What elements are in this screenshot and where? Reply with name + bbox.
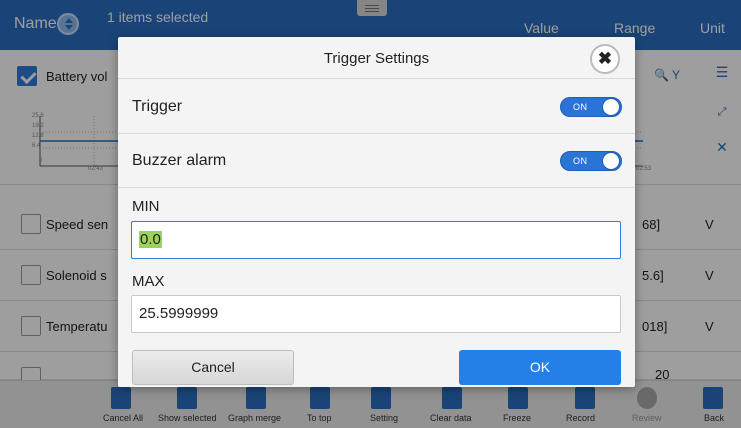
buzzer-toggle-state: ON [573, 156, 588, 166]
buzzer-setting-row: Buzzer alarm ON [118, 134, 635, 188]
trigger-setting-row: Trigger ON [118, 80, 635, 134]
toggle-knob [602, 152, 620, 170]
max-label: MAX [132, 273, 165, 290]
cancel-button[interactable]: Cancel [132, 350, 294, 385]
dialog-title: Trigger Settings [323, 50, 430, 67]
min-input[interactable]: 0.0 [131, 221, 621, 259]
trigger-label: Trigger [132, 98, 183, 115]
buzzer-alarm-label: Buzzer alarm [132, 152, 227, 169]
trigger-toggle[interactable]: ON [560, 97, 622, 117]
min-label: MIN [132, 198, 160, 215]
trigger-settings-dialog: Trigger Settings ✖ Trigger ON Buzzer ala… [118, 37, 635, 387]
ok-button[interactable]: OK [459, 350, 621, 385]
close-icon[interactable]: ✖ [590, 44, 620, 74]
max-input-value: 25.5999999 [139, 305, 219, 322]
dialog-header: Trigger Settings [118, 37, 635, 79]
buzzer-alarm-toggle[interactable]: ON [560, 151, 622, 171]
min-input-value: 0.0 [139, 231, 162, 248]
max-input[interactable]: 25.5999999 [131, 295, 621, 333]
toggle-knob [602, 98, 620, 116]
trigger-toggle-state: ON [573, 102, 588, 112]
